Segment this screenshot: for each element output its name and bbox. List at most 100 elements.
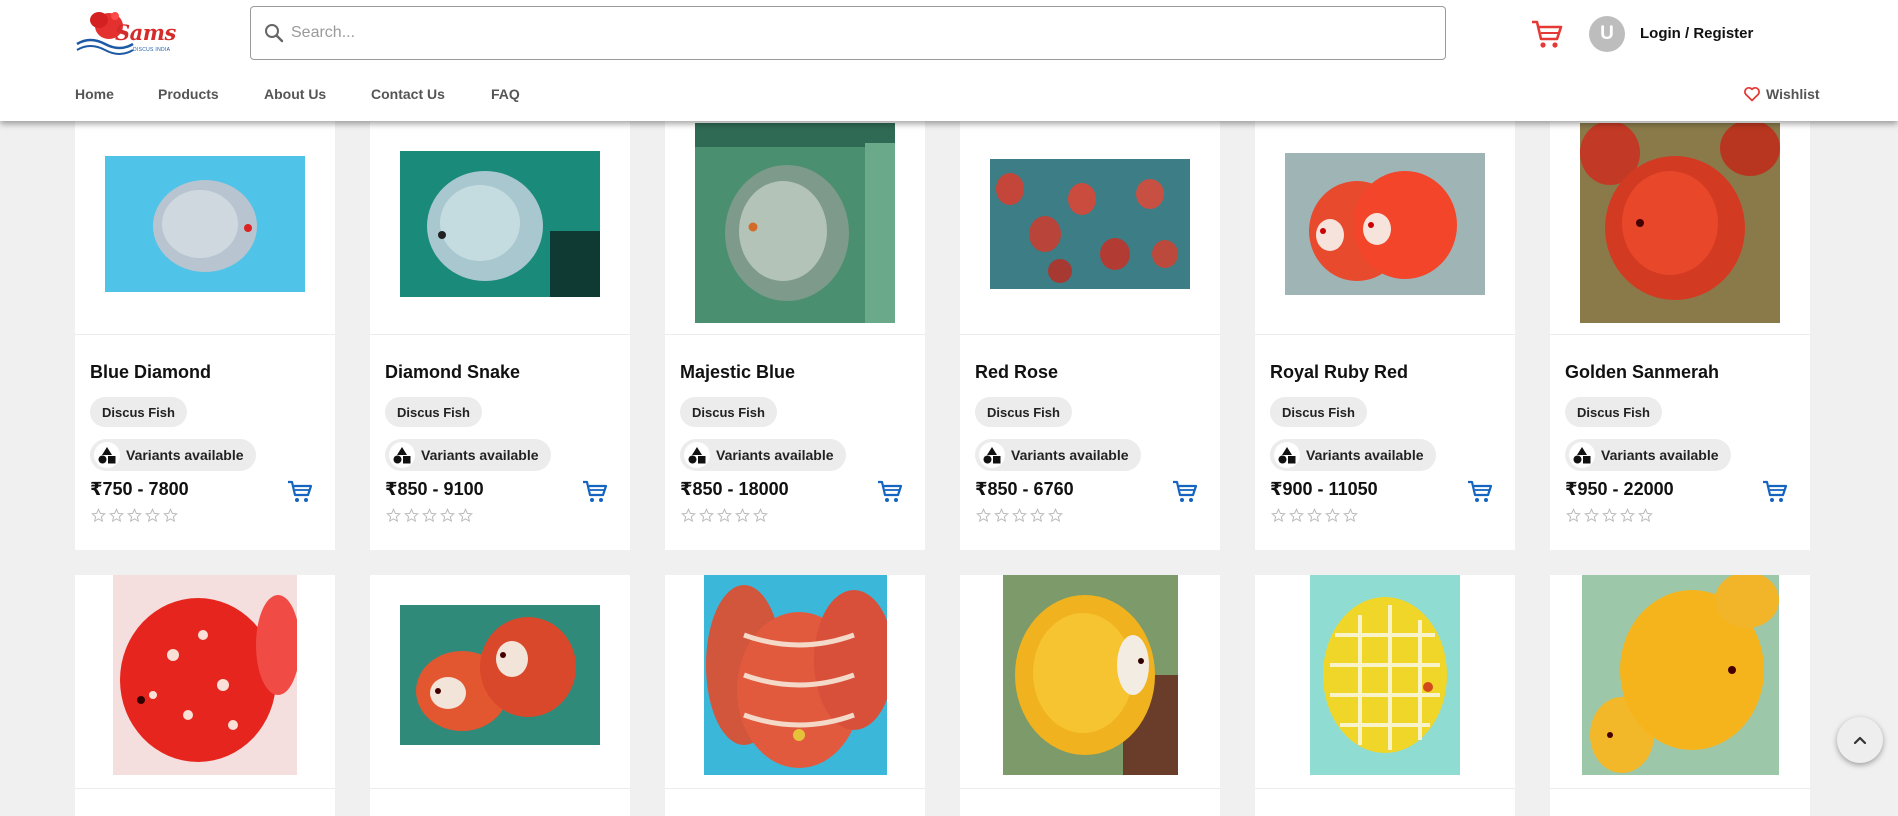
card-divider — [1550, 788, 1810, 789]
star-icon — [1584, 508, 1599, 523]
variants-label: Variants available — [1601, 447, 1719, 463]
price-range: ₹950 - 22000 — [1565, 479, 1674, 499]
card-divider — [665, 334, 925, 335]
card-divider — [75, 334, 335, 335]
price-range: ₹850 - 6760 — [975, 479, 1074, 499]
star-rating — [1271, 508, 1358, 523]
add-to-cart-icon[interactable] — [877, 479, 903, 503]
fish-photo — [1285, 153, 1485, 295]
star-icon — [1620, 508, 1635, 523]
nav-contact-us[interactable]: Contact Us — [371, 86, 445, 102]
fish-photo — [400, 605, 600, 745]
product-card[interactable]: Golden Sanmerah Discus Fish Variants ava… — [1550, 121, 1810, 550]
category-chip: Discus Fish — [680, 397, 777, 427]
login-register-link[interactable]: Login / Register — [1640, 25, 1753, 42]
brand-tagline: DISCUS INDIA — [133, 47, 171, 53]
card-divider — [1255, 334, 1515, 335]
brand-logo[interactable]: Sams DISCUS INDIA — [75, 6, 181, 58]
star-rating — [386, 508, 473, 523]
product-grid: Blue Diamond Discus Fish Variants availa… — [0, 0, 1898, 816]
fish-photo — [105, 156, 305, 292]
add-to-cart-icon[interactable] — [582, 479, 608, 503]
star-icon — [699, 508, 714, 523]
product-title[interactable]: Majestic Blue — [680, 362, 795, 383]
product-title[interactable]: Blue Diamond — [90, 362, 211, 383]
fish-photo — [1582, 575, 1779, 775]
price-range: ₹900 - 11050 — [1270, 479, 1378, 499]
variants-chip: Variants available — [680, 439, 846, 471]
nav-about-us[interactable]: About Us — [264, 86, 326, 102]
product-card[interactable] — [1255, 575, 1515, 816]
chevron-up-icon — [1853, 736, 1867, 745]
price-range: ₹850 - 18000 — [680, 479, 789, 499]
product-title[interactable]: Diamond Snake — [385, 362, 520, 383]
add-to-cart-icon[interactable] — [1762, 479, 1788, 503]
variants-chip: Variants available — [1270, 439, 1436, 471]
variants-label: Variants available — [421, 447, 539, 463]
variants-chip: Variants available — [975, 439, 1141, 471]
scroll-to-top-button[interactable] — [1837, 717, 1883, 763]
card-divider — [1550, 334, 1810, 335]
product-card[interactable] — [370, 575, 630, 816]
product-card[interactable]: Royal Ruby Red Discus Fish Variants avai… — [1255, 121, 1515, 550]
product-card[interactable]: Diamond Snake Discus Fish Variants avail… — [370, 121, 630, 550]
product-card[interactable]: Majestic Blue Discus Fish Variants avail… — [665, 121, 925, 550]
variants-label: Variants available — [1011, 447, 1129, 463]
star-icon — [458, 508, 473, 523]
category-chip: Discus Fish — [90, 397, 187, 427]
card-divider — [960, 334, 1220, 335]
shapes-icon — [684, 442, 710, 468]
fish-photo — [1003, 575, 1178, 775]
product-card[interactable] — [75, 575, 335, 816]
search-bar[interactable] — [250, 6, 1446, 60]
star-icon — [422, 508, 437, 523]
star-rating — [976, 508, 1063, 523]
star-icon — [404, 508, 419, 523]
product-card[interactable] — [1550, 575, 1810, 816]
variants-chip: Variants available — [385, 439, 551, 471]
shapes-icon — [1569, 442, 1595, 468]
product-card[interactable]: Blue Diamond Discus Fish Variants availa… — [75, 121, 335, 550]
product-image — [370, 575, 630, 788]
add-to-cart-icon[interactable] — [1172, 479, 1198, 503]
product-card[interactable] — [960, 575, 1220, 816]
shapes-icon — [1274, 442, 1300, 468]
product-card[interactable]: Red Rose Discus Fish Variants available … — [960, 121, 1220, 550]
star-icon — [1638, 508, 1653, 523]
product-title[interactable]: Red Rose — [975, 362, 1058, 383]
wishlist-link[interactable]: Wishlist — [1743, 86, 1820, 102]
star-icon — [145, 508, 160, 523]
star-icon — [1030, 508, 1045, 523]
cart-icon[interactable] — [1530, 18, 1564, 50]
search-input[interactable] — [289, 7, 1391, 59]
category-chip: Discus Fish — [1565, 397, 1662, 427]
add-to-cart-icon[interactable] — [1467, 479, 1493, 503]
star-icon — [735, 508, 750, 523]
star-icon — [386, 508, 401, 523]
star-icon — [163, 508, 178, 523]
product-image — [370, 121, 630, 334]
user-avatar[interactable]: U — [1589, 16, 1625, 52]
star-icon — [440, 508, 455, 523]
add-to-cart-icon[interactable] — [287, 479, 313, 503]
product-card[interactable] — [665, 575, 925, 816]
star-icon — [753, 508, 768, 523]
site-header: Sams DISCUS INDIA U Login / Register Hom… — [0, 0, 1898, 121]
product-title[interactable]: Royal Ruby Red — [1270, 362, 1408, 383]
fish-photo — [990, 159, 1190, 289]
product-image — [960, 575, 1220, 788]
wishlist-label: Wishlist — [1766, 86, 1820, 102]
fish-photo — [113, 575, 297, 775]
star-icon — [1048, 508, 1063, 523]
nav-faq[interactable]: FAQ — [491, 86, 520, 102]
product-title[interactable]: Golden Sanmerah — [1565, 362, 1719, 383]
price-range: ₹850 - 9100 — [385, 479, 484, 499]
nav-products[interactable]: Products — [158, 86, 219, 102]
nav-home[interactable]: Home — [75, 86, 114, 102]
card-divider — [75, 788, 335, 789]
star-icon — [127, 508, 142, 523]
star-icon — [1343, 508, 1358, 523]
star-icon — [1012, 508, 1027, 523]
heart-icon — [1744, 86, 1760, 102]
product-image — [75, 575, 335, 788]
